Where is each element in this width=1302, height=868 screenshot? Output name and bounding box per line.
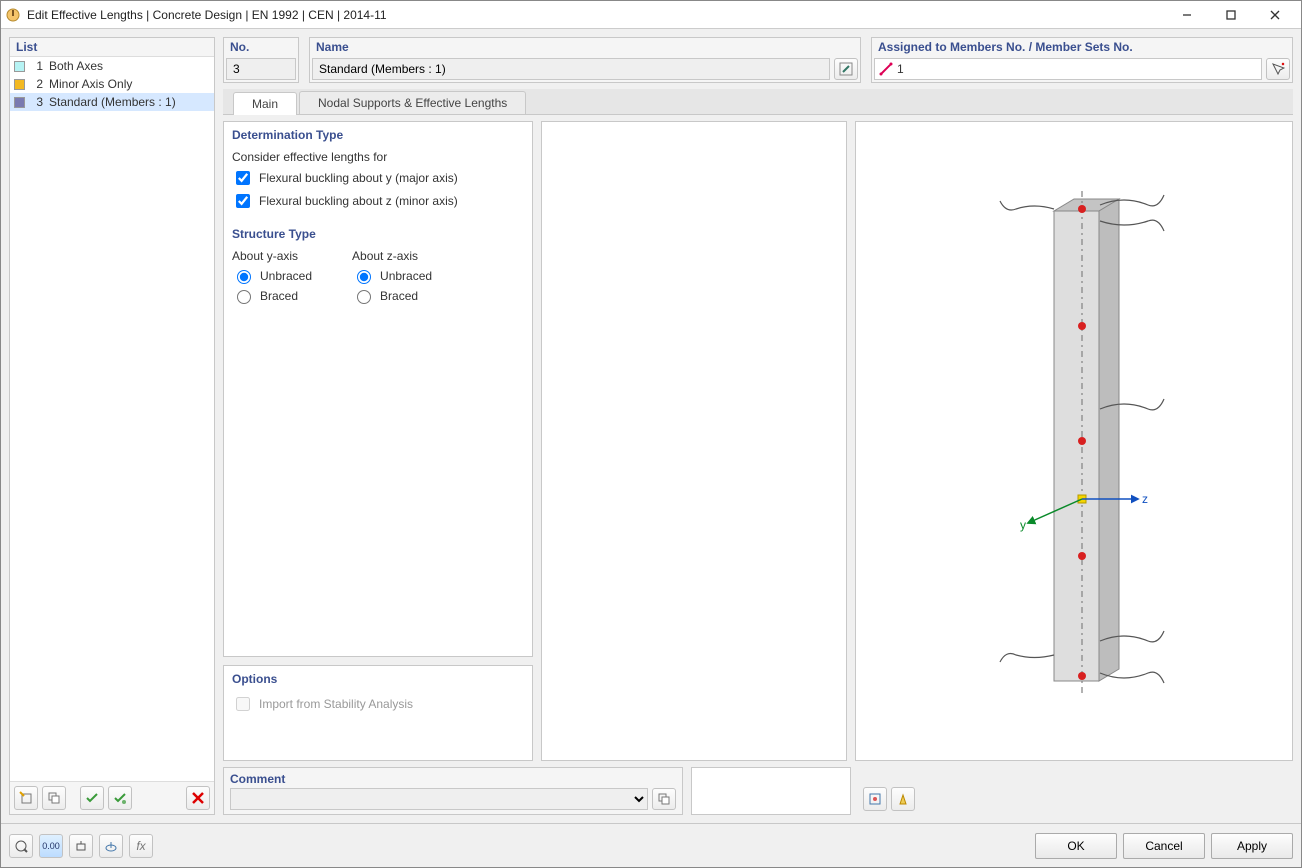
comment-select[interactable] [230, 788, 648, 810]
edit-name-button[interactable] [834, 58, 858, 80]
footer-tool-3[interactable] [69, 834, 93, 858]
no-label: No. [224, 38, 298, 56]
pick-members-button[interactable] [1266, 58, 1290, 80]
tab-bar: Main Nodal Supports & Effective Lengths [223, 89, 1293, 115]
middle-empty-panel [541, 121, 847, 761]
color-swatch [14, 97, 25, 108]
structure-y-group: About y-axis Unbraced Braced [232, 249, 312, 307]
list-items: 1 Both Axes 2 Minor Axis Only 3 Standard… [10, 57, 214, 781]
comment-heading: Comment [230, 772, 676, 786]
axis-y-label: y [1020, 518, 1026, 532]
assigned-input[interactable]: 1 [874, 58, 1262, 80]
checkbox-buckling-z[interactable]: Flexural buckling about z (minor axis) [232, 191, 524, 211]
checkbox-import-stability[interactable]: Import from Stability Analysis [232, 694, 524, 714]
maximize-button[interactable] [1209, 1, 1253, 28]
name-label: Name [310, 38, 860, 56]
list-label: Standard (Members : 1) [49, 95, 176, 109]
ok-button[interactable]: OK [1035, 833, 1117, 859]
list-num: 1 [31, 59, 43, 73]
assigned-value: 1 [897, 62, 904, 76]
consider-label: Consider effective lengths for [232, 150, 524, 164]
titlebar: Edit Effective Lengths | Concrete Design… [1, 1, 1301, 29]
new-item-button[interactable] [14, 786, 38, 810]
name-field: Name [309, 37, 861, 83]
list-num: 3 [31, 95, 43, 109]
check-green-button[interactable] [80, 786, 104, 810]
minimize-button[interactable] [1165, 1, 1209, 28]
list-row[interactable]: 3 Standard (Members : 1) [10, 93, 214, 111]
assigned-field: Assigned to Members No. / Member Sets No… [871, 37, 1293, 83]
comment-panel: Comment [223, 767, 683, 815]
app-icon [5, 7, 21, 23]
comment-library-button[interactable] [652, 788, 676, 810]
options-panel: Options Import from Stability Analysis [223, 665, 533, 761]
footer: 0.00 fx OK Cancel Apply [1, 823, 1301, 867]
cancel-button[interactable]: Cancel [1123, 833, 1205, 859]
tab-main[interactable]: Main [233, 92, 297, 115]
footer-tool-units[interactable]: 0.00 [39, 834, 63, 858]
preview-toolbar [859, 767, 1293, 815]
preview-panel: y z [855, 121, 1293, 761]
window-title: Edit Effective Lengths | Concrete Design… [27, 8, 1165, 22]
axis-z-label: z [1142, 492, 1148, 506]
radio-z-unbraced[interactable]: Unbraced [352, 267, 432, 284]
check-alt-button[interactable] [108, 786, 132, 810]
color-swatch [14, 79, 25, 90]
determination-heading: Determination Type [224, 126, 532, 144]
about-y-label: About y-axis [232, 249, 312, 263]
delete-item-button[interactable] [186, 786, 210, 810]
list-row[interactable]: 1 Both Axes [10, 57, 214, 75]
no-input[interactable] [226, 58, 296, 80]
member-icon [879, 62, 893, 76]
apply-button[interactable]: Apply [1211, 833, 1293, 859]
preview-tool-1[interactable] [863, 787, 887, 811]
structure-z-group: About z-axis Unbraced Braced [352, 249, 432, 307]
assigned-label: Assigned to Members No. / Member Sets No… [872, 38, 1292, 56]
list-heading: List [10, 38, 214, 57]
close-button[interactable] [1253, 1, 1297, 28]
footer-tool-5[interactable]: fx [129, 834, 153, 858]
list-label: Both Axes [49, 59, 103, 73]
list-num: 2 [31, 77, 43, 91]
small-empty-panel [691, 767, 851, 815]
radio-z-braced[interactable]: Braced [352, 287, 432, 304]
list-row[interactable]: 2 Minor Axis Only [10, 75, 214, 93]
radio-y-braced[interactable]: Braced [232, 287, 312, 304]
list-sidebar: List 1 Both Axes 2 Minor Axis Only 3 Sta… [9, 37, 215, 815]
list-label: Minor Axis Only [49, 77, 132, 91]
checkbox-buckling-y[interactable]: Flexural buckling about y (major axis) [232, 168, 524, 188]
structure-heading: Structure Type [224, 225, 532, 243]
preview-tool-2[interactable] [891, 787, 915, 811]
footer-tool-4[interactable] [99, 834, 123, 858]
radio-y-unbraced[interactable]: Unbraced [232, 267, 312, 284]
sidebar-toolbar [10, 781, 214, 814]
color-swatch [14, 61, 25, 72]
about-z-label: About z-axis [352, 249, 432, 263]
name-input[interactable] [312, 58, 830, 80]
tab-nodal-supports[interactable]: Nodal Supports & Effective Lengths [299, 91, 526, 114]
copy-item-button[interactable] [42, 786, 66, 810]
determination-panel: Determination Type Consider effective le… [223, 121, 533, 657]
column-preview-svg: y z [924, 151, 1224, 731]
no-field: No. [223, 37, 299, 83]
options-heading: Options [224, 670, 532, 688]
footer-tool-help[interactable] [9, 834, 33, 858]
